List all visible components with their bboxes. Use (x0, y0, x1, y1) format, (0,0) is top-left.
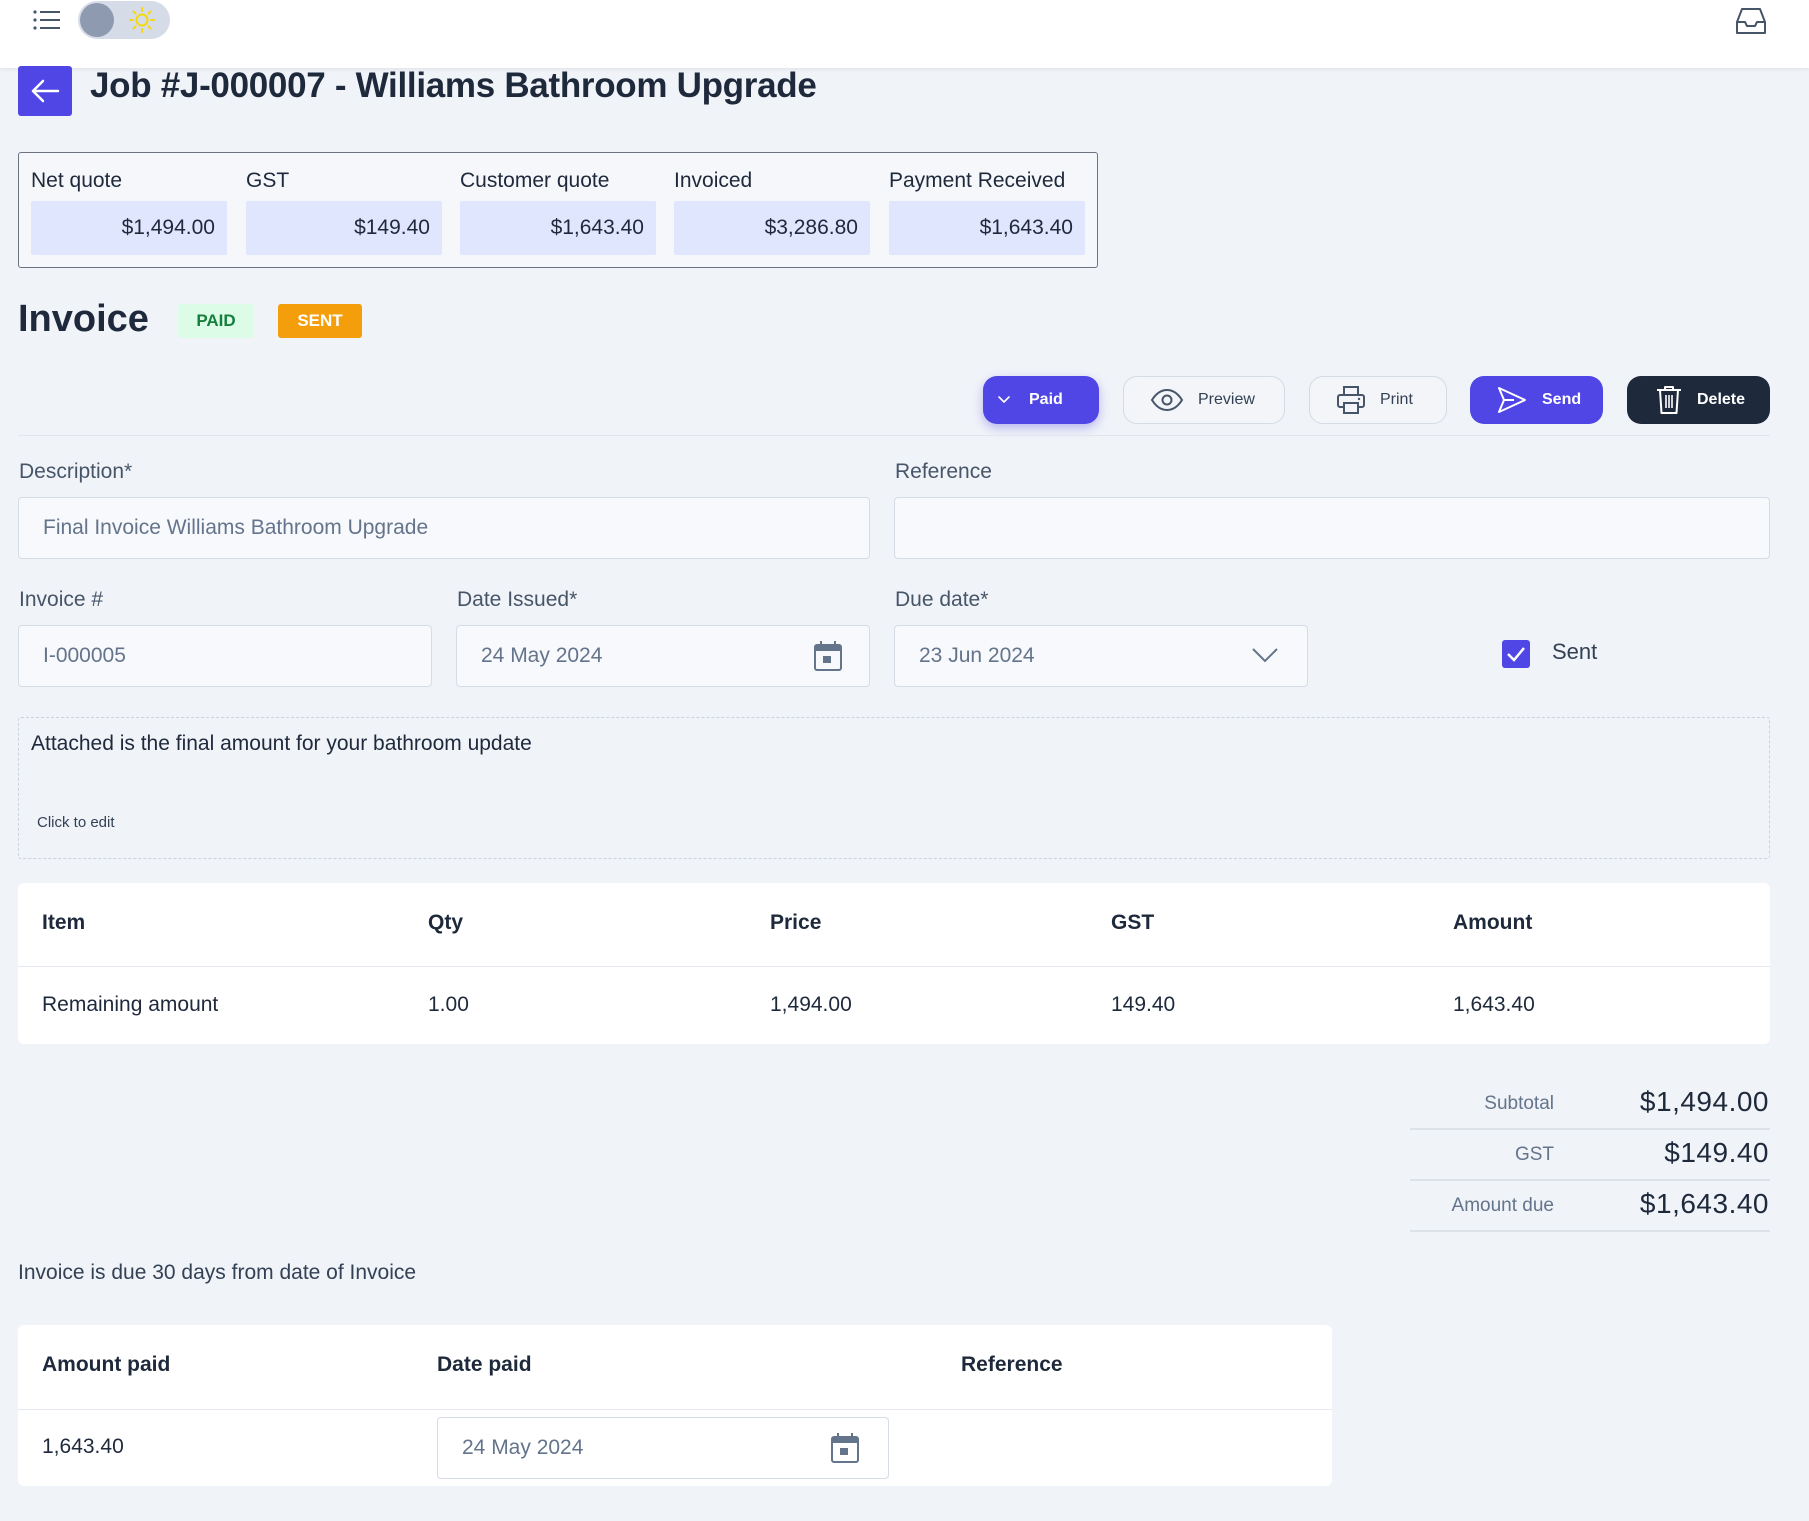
eye-icon (1150, 388, 1184, 412)
due-date-select[interactable]: 23 Jun 2024 (894, 625, 1308, 687)
preview-button[interactable]: Preview (1123, 376, 1285, 424)
date-issued-field[interactable]: 24 May 2024 (456, 625, 870, 687)
summary-value: $1,643.40 (889, 201, 1085, 255)
summary-label: GST (246, 169, 290, 192)
back-button[interactable] (18, 66, 72, 116)
click-to-edit-hint: Click to edit (37, 814, 115, 831)
description-label: Description* (19, 460, 133, 483)
calendar-icon[interactable] (830, 1432, 860, 1464)
invoice-number-field[interactable]: I-000005 (18, 625, 432, 687)
row-divider (18, 966, 1770, 967)
summary-value: $149.40 (246, 201, 442, 255)
totals-divider (1410, 1230, 1770, 1232)
print-button-label: Print (1380, 391, 1413, 408)
delete-button[interactable]: Delete (1627, 376, 1770, 424)
reference-field[interactable] (894, 497, 1770, 559)
totals-divider (1410, 1128, 1770, 1130)
column-header-amount-paid: Amount paid (42, 1353, 171, 1376)
printer-icon (1337, 386, 1365, 414)
amount-due-label: Amount due (1451, 1195, 1554, 1216)
due-date-label: Due date* (895, 588, 989, 611)
column-header-date-paid: Date paid (437, 1353, 532, 1376)
column-header-price: Price (770, 911, 822, 934)
due-terms-note: Invoice is due 30 days from date of Invo… (18, 1261, 417, 1284)
cell-gst: 149.40 (1111, 993, 1176, 1016)
status-badge-sent: SENT (278, 304, 362, 338)
sent-checkbox[interactable] (1502, 640, 1530, 668)
date-paid-field[interactable]: 24 May 2024 (437, 1417, 889, 1479)
description-field[interactable]: Final Invoice Williams Bathroom Upgrade (18, 497, 870, 559)
invoice-notes-editor[interactable]: Attached is the final amount for your ba… (18, 717, 1770, 859)
row-divider (18, 1409, 1332, 1410)
sent-checkbox-label: Sent (1552, 639, 1598, 664)
chevron-down-icon (1252, 648, 1278, 663)
summary-value: $3,286.80 (674, 201, 870, 255)
amount-due-value: $1,643.40 (1639, 1188, 1769, 1219)
summary-label: Net quote (31, 169, 123, 192)
preview-button-label: Preview (1198, 391, 1255, 408)
reference-label: Reference (895, 460, 992, 483)
toggle-knob (80, 3, 114, 37)
delete-button-label: Delete (1697, 391, 1746, 408)
paid-status-button[interactable]: Paid (983, 376, 1099, 424)
notes-text: Attached is the final amount for your ba… (31, 732, 532, 755)
invoice-number-label: Invoice # (19, 588, 104, 611)
send-button[interactable]: Send (1470, 376, 1603, 424)
sun-icon (129, 7, 155, 33)
date-paid-value: 24 May 2024 (462, 1436, 584, 1459)
line-items-table: Item Qty Price GST Amount Remaining amou… (18, 883, 1770, 1044)
send-button-label: Send (1542, 391, 1582, 408)
summary-value: $1,494.00 (31, 201, 227, 255)
gst-total-value: $149.40 (1664, 1137, 1769, 1168)
subtotal-label: Subtotal (1484, 1093, 1554, 1114)
date-issued-label: Date Issued* (457, 588, 578, 611)
send-icon (1498, 387, 1526, 413)
subtotal-value: $1,494.00 (1639, 1086, 1769, 1117)
cell-qty: 1.00 (428, 993, 469, 1016)
divider (18, 435, 1770, 436)
invoice-title: Invoice (18, 298, 149, 340)
column-header-reference: Reference (961, 1353, 1063, 1376)
status-badge-paid: PAID (178, 304, 254, 338)
arrow-left-icon (31, 79, 60, 103)
date-issued-value: 24 May 2024 (481, 644, 603, 667)
payments-table: Amount paid Date paid Reference 1,643.40… (18, 1325, 1332, 1486)
cell-amount-paid: 1,643.40 (42, 1435, 124, 1458)
summary-label: Invoiced (674, 169, 753, 192)
check-icon (1507, 647, 1525, 662)
page-title: Job #J-000007 - Williams Bathroom Upgrad… (90, 66, 817, 105)
column-header-item: Item (42, 911, 86, 934)
inbox-icon[interactable] (1734, 6, 1768, 36)
theme-toggle[interactable] (78, 1, 170, 39)
cell-item: Remaining amount (42, 993, 219, 1016)
trash-icon (1657, 386, 1681, 414)
chevron-down-icon (998, 396, 1010, 404)
column-header-qty: Qty (428, 911, 464, 934)
column-header-amount: Amount (1453, 911, 1533, 934)
menu-icon[interactable] (32, 8, 62, 32)
due-date-value: 23 Jun 2024 (919, 644, 1035, 667)
summary-label: Customer quote (460, 169, 610, 192)
totals-divider (1410, 1179, 1770, 1181)
cell-price: 1,494.00 (770, 993, 852, 1016)
column-header-gst: GST (1111, 911, 1155, 934)
calendar-icon[interactable] (813, 640, 843, 672)
gst-total-label: GST (1514, 1144, 1554, 1165)
cell-amount: 1,643.40 (1453, 993, 1535, 1016)
top-bar (0, 0, 1809, 68)
print-button[interactable]: Print (1309, 376, 1447, 424)
paid-button-label: Paid (1029, 391, 1063, 408)
summary-value: $1,643.40 (460, 201, 656, 255)
summary-label: Payment Received (889, 169, 1066, 192)
job-summary: Net quote $1,494.00 GST $149.40 Customer… (18, 152, 1098, 268)
